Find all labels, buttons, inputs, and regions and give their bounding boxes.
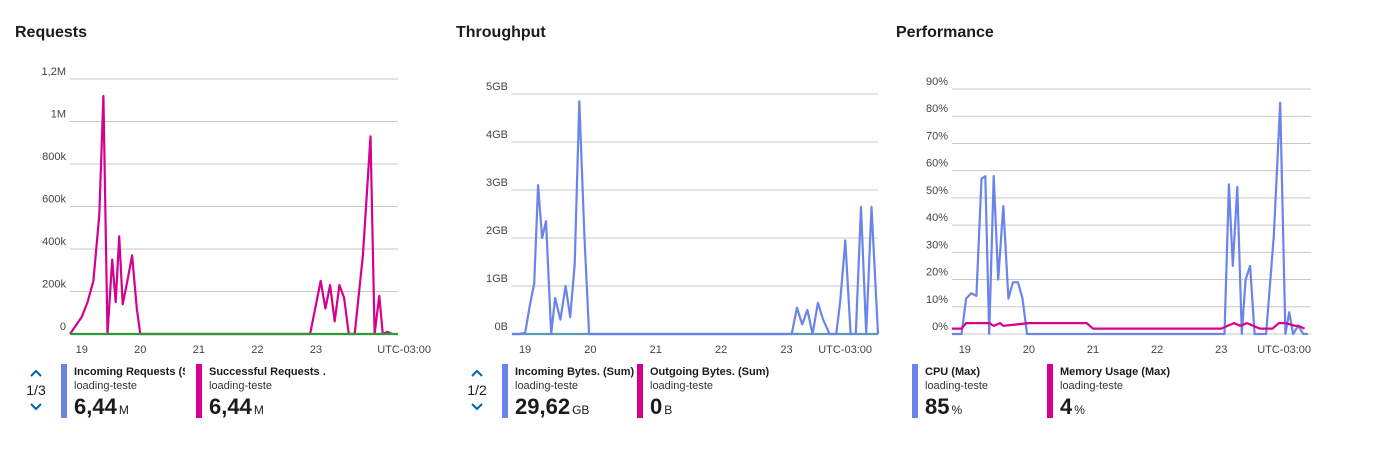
throughput-chart[interactable]: 0B 1GB 2GB 3GB 4GB 5GB 19 20 21 22 23 UTC-03:00: [441, 0, 881, 360]
y-tick-label: 70%: [926, 130, 948, 142]
legend-color-bar: [502, 364, 508, 418]
y-tick-label: 4GB: [486, 129, 508, 141]
y-tick-label: 20%: [926, 267, 948, 279]
chevron-up-icon[interactable]: [29, 368, 43, 378]
legend-color-bar: [912, 364, 918, 418]
legend-unit: GB: [572, 403, 590, 417]
x-tick-label: 19: [519, 344, 531, 356]
y-tick-label: 1M: [51, 109, 66, 121]
x-tick-label: 22: [715, 344, 727, 356]
x-tick-label: 22: [1151, 344, 1163, 356]
legend-value: 4: [1060, 394, 1073, 419]
legend-resource: loading-teste: [209, 380, 272, 392]
y-tick-label: 600k: [42, 194, 66, 206]
series-line: [952, 322, 1306, 330]
legend-value: 6,44: [209, 394, 252, 419]
x-tick-label: 20: [1023, 344, 1035, 356]
legend-name: Outgoing Bytes. (Sum): [650, 366, 770, 378]
requests-chart[interactable]: 0 200k 400k 600k 800k 1M 1,2M 19 20 21 22 23 UTC-03:…: [0, 0, 440, 360]
legend-unit: %: [1074, 403, 1085, 417]
legend-item-incoming-requests[interactable]: Incoming Requests (Sum loading-teste 6,4…: [61, 364, 185, 420]
y-tick-label: 60%: [926, 158, 948, 170]
legend-name: CPU (Max): [925, 366, 981, 378]
y-tick-label: 10%: [926, 294, 948, 306]
legend-value: 85: [925, 394, 950, 419]
x-axis-label: UTC-03:00: [1257, 344, 1311, 356]
y-tick-label: 3GB: [486, 177, 508, 189]
legend-name: Incoming Requests (Sum: [74, 366, 185, 378]
legend-resource: loading-teste: [74, 380, 137, 392]
legend-name: Incoming Bytes. (Sum): [515, 366, 635, 378]
legend-unit: M: [253, 403, 264, 417]
x-axis-label: UTC-03:00: [818, 344, 872, 356]
y-tick-label: 90%: [926, 76, 948, 88]
y-tick-label: 400k: [42, 236, 66, 248]
pager-label: 1/2: [467, 382, 487, 398]
legend-color-bar: [61, 364, 67, 418]
x-tick-label: 21: [650, 344, 662, 356]
legend-name: Successful Requests ...: [209, 366, 326, 378]
pager-label: 1/3: [26, 382, 46, 398]
x-tick-label: 20: [134, 344, 146, 356]
legend-value: 29,62: [515, 394, 571, 419]
requests-panel: Requests 0 200k 400k 600k 800k 1M 1,2M 19 20 21 22…: [0, 0, 440, 459]
series-line: [69, 94, 393, 336]
x-tick-label: 20: [584, 344, 596, 356]
chevron-down-icon[interactable]: [470, 402, 484, 412]
legend-resource: loading-teste: [650, 380, 713, 392]
y-tick-label: 0B: [495, 321, 508, 333]
legend-item-memory[interactable]: Memory Usage (Max) loading-teste 4%: [1047, 364, 1177, 420]
x-tick-label: 19: [959, 344, 971, 356]
throughput-panel: Throughput 0B 1GB 2GB 3GB 4GB 5GB 19 20 21 22 23 UT…: [441, 0, 881, 459]
performance-chart[interactable]: 0% 10% 20% 30% 40% 50% 60% 70% 80% 90% 19 20 21 22 23 U…: [881, 0, 1321, 360]
x-tick-label: 21: [193, 344, 205, 356]
y-tick-label: 0: [60, 321, 66, 333]
y-tick-label: 30%: [926, 239, 948, 251]
legend-unit: M: [118, 403, 129, 417]
x-tick-label: 23: [310, 344, 322, 356]
x-tick-label: 23: [780, 344, 792, 356]
chevron-down-icon[interactable]: [29, 402, 43, 412]
pager: 1/3: [24, 368, 48, 412]
legend-resource: loading-teste: [925, 380, 988, 392]
y-tick-label: 1,2M: [42, 66, 66, 78]
legend-unit: %: [951, 403, 963, 417]
y-tick-label: 2GB: [486, 225, 508, 237]
legend-item-cpu[interactable]: CPU (Max) loading-teste 85%: [912, 364, 1036, 420]
legend-item-successful-requests[interactable]: Successful Requests ... loading-teste 6,…: [196, 364, 326, 420]
legend-resource: loading-teste: [1060, 380, 1123, 392]
legend-resource: loading-teste: [515, 380, 578, 392]
legend-unit: B: [664, 403, 673, 417]
chevron-up-icon[interactable]: [470, 368, 484, 378]
legend-color-bar: [637, 364, 643, 418]
pager: 1/2: [465, 368, 489, 412]
performance-panel: Performance 0% 10% 20% 30% 40% 50% 60% 70% 80% 90…: [881, 0, 1321, 459]
legend-color-bar: [1047, 364, 1053, 418]
x-tick-label: 23: [1215, 344, 1227, 356]
x-tick-label: 21: [1087, 344, 1099, 356]
y-tick-label: 800k: [42, 151, 66, 163]
legend-value: 6,44: [74, 394, 117, 419]
y-tick-label: 5GB: [486, 81, 508, 93]
y-tick-label: 0%: [932, 321, 948, 333]
y-tick-label: 200k: [42, 279, 66, 291]
series-line: [952, 101, 1308, 336]
legend-item-incoming-bytes[interactable]: Incoming Bytes. (Sum) loading-teste 29,6…: [502, 364, 634, 420]
x-tick-label: 22: [251, 344, 263, 356]
legend-name: Memory Usage (Max): [1060, 366, 1171, 378]
x-tick-label: 19: [76, 344, 88, 356]
y-tick-label: 80%: [926, 103, 948, 115]
x-axis-label: UTC-03:00: [377, 344, 431, 356]
legend-value: 0: [650, 394, 663, 419]
y-tick-label: 50%: [926, 185, 948, 197]
y-tick-label: 1GB: [486, 273, 508, 285]
legend-item-outgoing-bytes[interactable]: Outgoing Bytes. (Sum) loading-teste 0B: [637, 364, 770, 420]
legend-color-bar: [196, 364, 202, 418]
series-line: [512, 100, 880, 336]
y-tick-label: 40%: [926, 212, 948, 224]
